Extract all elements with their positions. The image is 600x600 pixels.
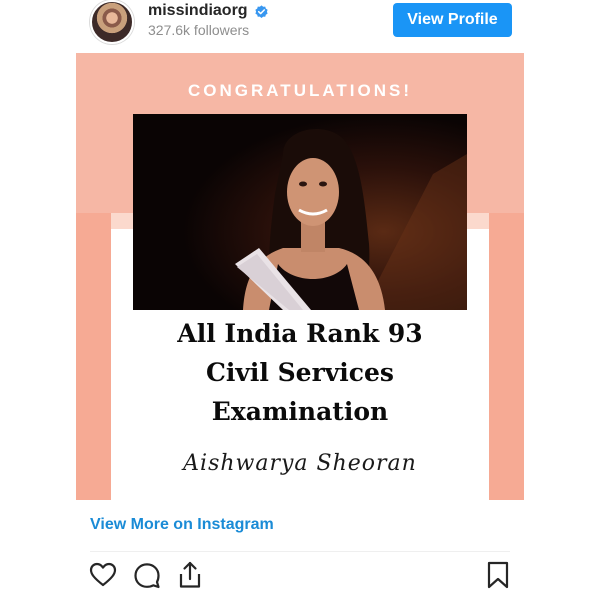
headline-line-2: Civil Services bbox=[206, 358, 394, 387]
share-icon[interactable] bbox=[175, 560, 205, 590]
instagram-embed: missindiaorg 327.6k followers View Profi… bbox=[0, 0, 600, 600]
post-image[interactable]: CONGRATULATIONS! All India Rank 93 Civil… bbox=[76, 53, 524, 500]
signature-name: Aishwarya Sheoran bbox=[183, 451, 417, 476]
username[interactable]: missindiaorg bbox=[148, 2, 248, 20]
portrait-illustration bbox=[133, 114, 467, 310]
avatar[interactable] bbox=[90, 0, 134, 44]
verified-badge-icon bbox=[254, 4, 269, 19]
view-more-link[interactable]: View More on Instagram bbox=[90, 516, 274, 534]
bookmark-icon[interactable] bbox=[483, 560, 513, 590]
action-bar bbox=[0, 560, 600, 596]
portrait-photo bbox=[133, 114, 467, 310]
view-profile-button[interactable]: View Profile bbox=[393, 3, 512, 37]
post-header: missindiaorg 327.6k followers View Profi… bbox=[0, 0, 600, 48]
headline-line-1: All India Rank 93 bbox=[177, 319, 423, 348]
divider bbox=[90, 551, 510, 552]
follower-count: 327.6k followers bbox=[148, 22, 250, 38]
congratulations-heading: CONGRATULATIONS! bbox=[188, 81, 412, 100]
heart-icon[interactable] bbox=[88, 560, 118, 590]
headline-line-3: Examination bbox=[211, 397, 389, 426]
username-row: missindiaorg bbox=[148, 1, 269, 21]
comment-icon[interactable] bbox=[132, 560, 162, 590]
